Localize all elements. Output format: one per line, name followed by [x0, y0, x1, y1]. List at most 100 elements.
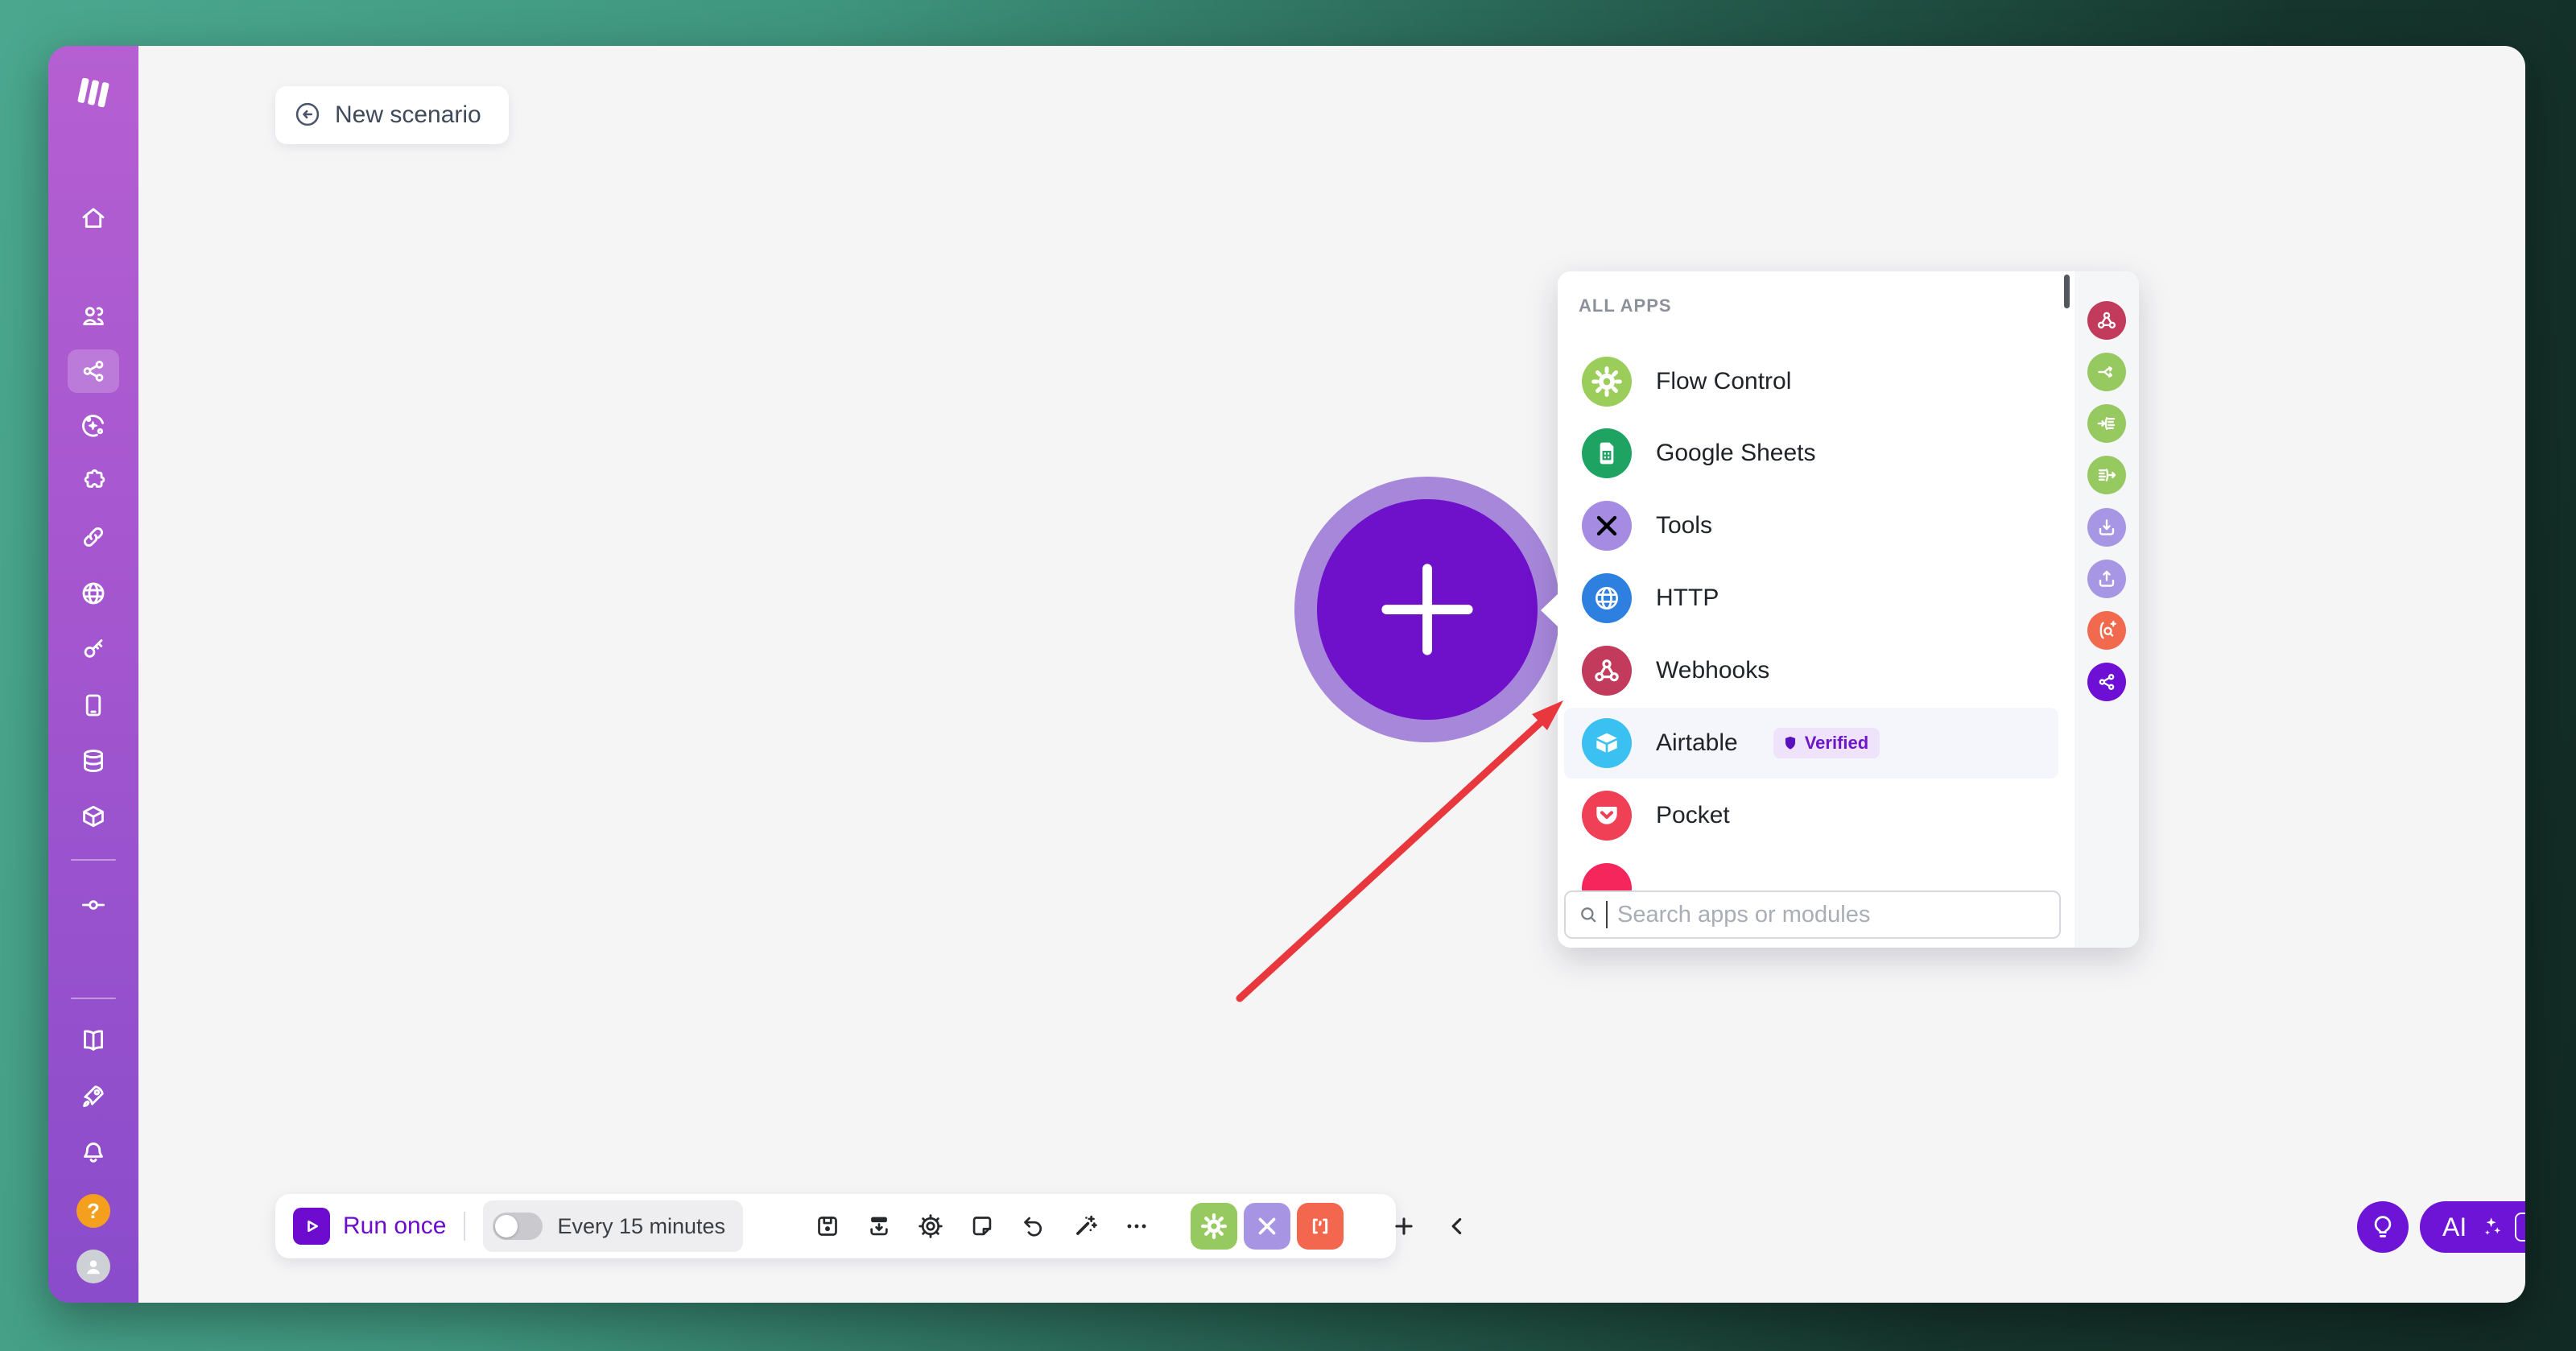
sidebar-item-functions[interactable]	[68, 883, 119, 927]
more-dots-icon[interactable]	[1123, 1213, 1150, 1240]
quick-module-tray-down-icon[interactable]	[2087, 508, 2126, 547]
schedule-toggle[interactable]	[493, 1213, 543, 1240]
shield-icon	[1781, 734, 1799, 752]
app-row-flow-control[interactable]: Flow Control	[1564, 346, 2058, 417]
align-flow-icon[interactable]	[865, 1213, 893, 1240]
app-label: Tools	[1656, 512, 1712, 539]
quick-module-tray-up-icon[interactable]	[2087, 560, 2126, 598]
play-icon	[299, 1214, 324, 1238]
add-module-plus	[1317, 499, 1538, 720]
scenario-nodes-icon	[79, 357, 108, 386]
app-row-http[interactable]: HTTP	[1564, 563, 2058, 634]
sidebar-item-home[interactable]	[68, 196, 119, 240]
cube-icon	[79, 802, 108, 831]
back-arrow-icon	[293, 100, 322, 131]
beta-badge: BETA	[2515, 1213, 2525, 1242]
users-icon	[79, 301, 108, 330]
run-once-label[interactable]: Run once	[343, 1213, 446, 1240]
popup-pointer	[1541, 593, 1558, 627]
gear-icon	[1582, 357, 1632, 407]
app-row-webhooks[interactable]: Webhooks	[1564, 635, 2058, 706]
toolbar-divider	[464, 1212, 465, 1241]
sidebar-item-webhooks[interactable]	[68, 572, 119, 615]
popup-scrollbar[interactable]	[2064, 275, 2070, 308]
make-logo-icon[interactable]	[48, 67, 138, 122]
app-label: Google Sheets	[1656, 440, 1815, 467]
text-cursor	[1606, 901, 1608, 928]
sidebar-item-whats-new[interactable]	[68, 1074, 119, 1118]
verified-badge: Verified	[1773, 728, 1880, 758]
all-apps-label: ALL APPS	[1579, 295, 1672, 316]
sidebar-item-apps[interactable]	[68, 460, 119, 503]
node-icon	[79, 890, 108, 919]
sidebar-item-devices[interactable]	[68, 684, 119, 727]
desktop-background: ? New scenario	[0, 0, 2576, 1351]
sidebar: ?	[48, 46, 138, 1303]
app-row-google-sheets[interactable]: Google Sheets	[1564, 418, 2058, 489]
quick-module-list-arrow-out-icon[interactable]	[2087, 456, 2126, 494]
add-favorite-button[interactable]	[1390, 1213, 1418, 1240]
sidebar-item-help[interactable]: ?	[68, 1189, 119, 1233]
puzzle-icon	[79, 467, 108, 496]
crossed-tools-icon	[1582, 501, 1632, 551]
favorite-text-parser-button[interactable]	[1297, 1203, 1344, 1250]
rocket-icon	[79, 1081, 108, 1110]
sidebar-divider	[71, 998, 116, 999]
schedule-control[interactable]: Every 15 minutes	[483, 1200, 743, 1252]
sidebar-item-resources[interactable]	[68, 1018, 119, 1062]
app-row-airtable[interactable]: Airtable Verified	[1564, 708, 2058, 779]
bottom-toolbar: Run once Every 15 minutes	[275, 1194, 1396, 1258]
note-icon[interactable]	[968, 1213, 996, 1240]
app-label: HTTP	[1656, 585, 1719, 612]
sidebar-item-keys[interactable]	[68, 627, 119, 671]
sidebar-item-data-structures[interactable]	[68, 795, 119, 838]
sidebar-item-team[interactable]	[68, 294, 119, 337]
sidebar-divider	[71, 859, 116, 861]
favorite-modules-strip	[2074, 271, 2139, 948]
magic-wand-icon[interactable]	[1071, 1213, 1099, 1240]
new-scenario-button[interactable]: New scenario	[275, 86, 509, 144]
ai-assistant-button[interactable]: AI BETA	[2420, 1201, 2525, 1253]
app-row-pocket[interactable]: Pocket	[1564, 780, 2058, 851]
schedule-label: Every 15 minutes	[557, 1214, 725, 1239]
lightbulb-icon	[2368, 1212, 2398, 1242]
app-label: Webhooks	[1656, 657, 1769, 684]
toolbar-favorites	[1191, 1203, 1344, 1250]
app-label: Airtable	[1656, 729, 1738, 757]
quick-module-arrow-into-list-icon[interactable]	[2087, 404, 2126, 443]
sidebar-item-data-stores[interactable]	[68, 739, 119, 783]
bell-icon	[79, 1138, 108, 1167]
home-icon	[79, 204, 108, 233]
app-row-tools[interactable]: Tools	[1564, 490, 2058, 561]
collapse-toolbar-button[interactable]	[1443, 1213, 1471, 1240]
undo-icon[interactable]	[1020, 1213, 1047, 1240]
sidebar-item-templates[interactable]	[68, 404, 119, 448]
search-apps-input[interactable]: Search apps or modules	[1564, 890, 2061, 939]
hints-button[interactable]	[2357, 1201, 2409, 1253]
quick-module-share-icon[interactable]	[2087, 663, 2126, 701]
sidebar-item-connections[interactable]	[68, 515, 119, 559]
save-icon[interactable]	[814, 1213, 841, 1240]
add-module-button[interactable]	[1294, 477, 1560, 742]
favorite-flow-control-button[interactable]	[1191, 1203, 1237, 1250]
favorite-tools-button[interactable]	[1244, 1203, 1290, 1250]
sheet-icon	[1582, 428, 1632, 478]
gear-icon	[1200, 1213, 1228, 1240]
sidebar-item-profile[interactable]	[68, 1245, 119, 1288]
quick-module-search-plus-icon[interactable]	[2087, 611, 2126, 650]
pocket-shield-icon	[1582, 791, 1632, 841]
database-icon	[79, 746, 108, 775]
settings-gear-icon[interactable]	[917, 1213, 944, 1240]
quick-module-webhook-icon[interactable]	[2087, 301, 2126, 340]
webhook-icon	[1582, 646, 1632, 696]
sparkles-icon	[2478, 1214, 2504, 1240]
app-label: Flow Control	[1656, 368, 1791, 395]
sidebar-item-scenarios[interactable]	[68, 349, 119, 393]
app-label: Pocket	[1656, 802, 1730, 829]
cube3d-icon	[1582, 718, 1632, 768]
sidebar-item-notifications[interactable]	[68, 1131, 119, 1175]
quick-module-split-arrows-icon[interactable]	[2087, 353, 2126, 391]
run-once-button[interactable]	[293, 1208, 330, 1245]
link-icon	[79, 523, 108, 552]
scenario-canvas[interactable]: New scenario ALL APPS Flow Control Google…	[138, 46, 2525, 1303]
